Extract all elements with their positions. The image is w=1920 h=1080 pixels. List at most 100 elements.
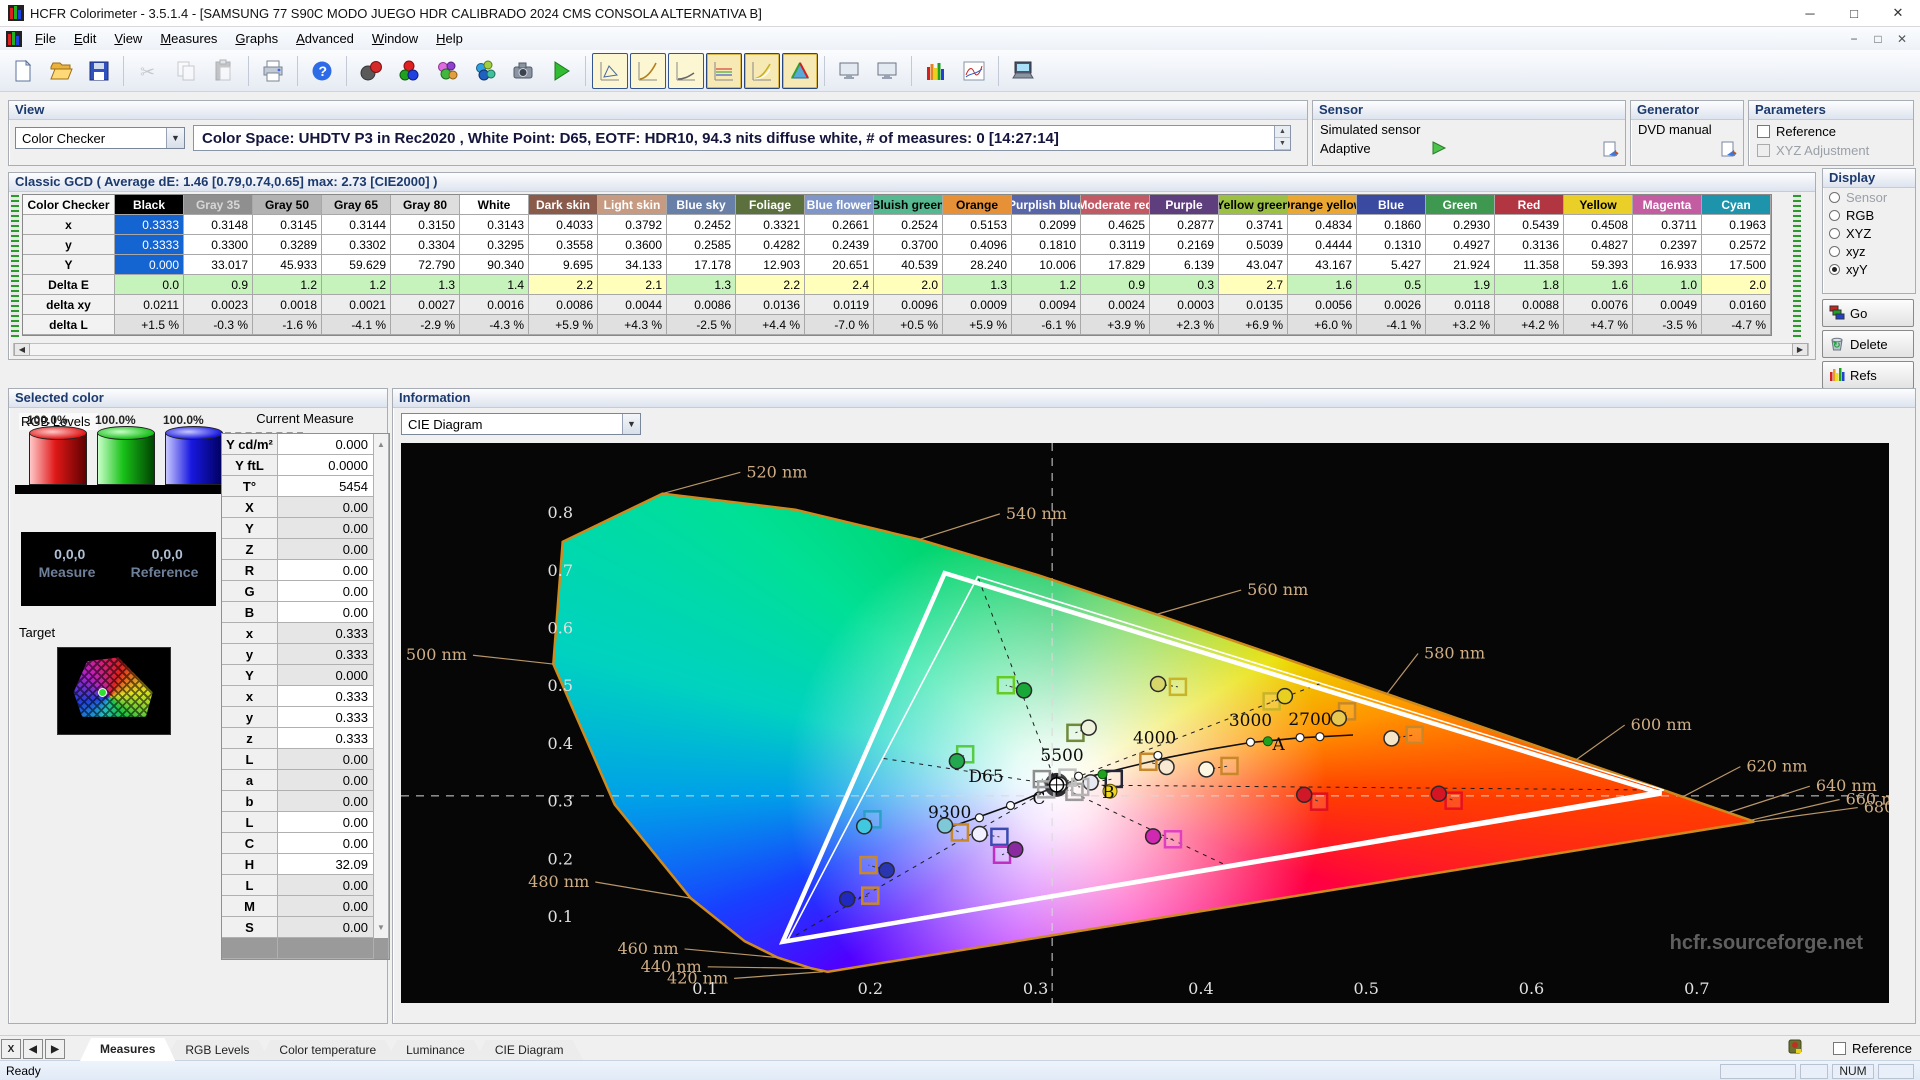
reference-checkbox[interactable]: Reference	[1757, 124, 1836, 139]
scrollbar-track[interactable]	[374, 539, 389, 560]
delta-l-cell[interactable]: -2.9 %	[391, 315, 460, 335]
table-cell[interactable]: 0.2661	[805, 215, 874, 235]
chart-rgb-icon[interactable]	[706, 52, 742, 89]
display-option-xyz[interactable]: xyz	[1823, 242, 1915, 260]
table-cell[interactable]: 17.500	[1702, 255, 1771, 275]
scrollbar-track[interactable]	[374, 896, 389, 917]
delta-xy-cell[interactable]: 0.0026	[1357, 295, 1426, 315]
copy-icon[interactable]	[168, 53, 204, 89]
column-header-dark-skin[interactable]: Dark skin	[529, 195, 598, 215]
delta-e-cell[interactable]: 0.0	[115, 275, 184, 295]
table-cell[interactable]: 59.629	[322, 255, 391, 275]
mdi-restore-button[interactable]: □	[1866, 32, 1890, 46]
table-cell[interactable]: 0.3711	[1633, 215, 1702, 235]
delta-xy-cell[interactable]: 0.0088	[1495, 295, 1564, 315]
checkbox-icon[interactable]	[1833, 1042, 1847, 1055]
delta-xy-cell[interactable]: 0.0049	[1633, 295, 1702, 315]
menu-window[interactable]: Window	[363, 29, 427, 48]
delta-l-cell[interactable]: -1.6 %	[253, 315, 322, 335]
delta-xy-cell[interactable]: 0.0023	[184, 295, 253, 315]
table-cell[interactable]: 33.017	[184, 255, 253, 275]
table-cell[interactable]: 59.393	[1564, 255, 1633, 275]
delta-l-cell[interactable]: +2.3 %	[1150, 315, 1219, 335]
table-cell[interactable]: 0.1963	[1702, 215, 1771, 235]
menu-help[interactable]: Help	[427, 29, 472, 48]
table-cell[interactable]: 0.5439	[1495, 215, 1564, 235]
tab-cie-diagram[interactable]: CIE Diagram	[475, 1040, 584, 1061]
camera-icon[interactable]	[505, 53, 541, 89]
column-header-orange-yellow[interactable]: Orange yellow	[1288, 195, 1357, 215]
scrollbar-track[interactable]	[374, 770, 389, 791]
delta-xy-cell[interactable]: 0.0076	[1564, 295, 1633, 315]
checkbox-icon[interactable]	[1757, 125, 1770, 138]
table-cell[interactable]: 0.5153	[943, 215, 1012, 235]
menu-edit[interactable]: Edit	[65, 29, 105, 48]
display-option-rgb[interactable]: RGB	[1823, 206, 1915, 224]
scrollbar-track[interactable]	[374, 497, 389, 518]
delta-e-cell[interactable]: 2.0	[1702, 275, 1771, 295]
cm-row-value[interactable]: 0.00	[278, 602, 374, 623]
delta-xy-cell[interactable]: 0.0136	[736, 295, 805, 315]
monitor-1-icon[interactable]	[831, 53, 867, 89]
table-cell[interactable]: 0.3304	[391, 235, 460, 255]
tab-luminance[interactable]: Luminance	[386, 1040, 485, 1061]
refs-button[interactable]: Refs	[1822, 361, 1914, 389]
mdi-close-button[interactable]: ✕	[1890, 32, 1914, 46]
cm-row-value[interactable]: 5454	[278, 476, 374, 497]
radio-icon[interactable]	[1829, 245, 1840, 257]
delta-xy-cell[interactable]: 0.0086	[529, 295, 598, 315]
table-cell[interactable]: 20.651	[805, 255, 874, 275]
chart-gamma-icon[interactable]	[630, 52, 666, 89]
table-cell[interactable]: 0.2099	[1012, 215, 1081, 235]
new-icon[interactable]	[5, 53, 41, 89]
delta-xy-cell[interactable]: 0.0021	[322, 295, 391, 315]
cm-row-value[interactable]: 0.00	[278, 833, 374, 854]
tab-color-temperature[interactable]: Color temperature	[259, 1040, 396, 1061]
delta-xy-cell[interactable]: 0.0024	[1081, 295, 1150, 315]
table-cell[interactable]: 0.3136	[1495, 235, 1564, 255]
go-button[interactable]: Go	[1822, 299, 1914, 327]
scrollbar-track[interactable]	[374, 581, 389, 602]
delta-e-cell[interactable]: 0.3	[1150, 275, 1219, 295]
column-header-orange[interactable]: Orange	[943, 195, 1012, 215]
cm-row-value[interactable]: 0.00	[278, 791, 374, 812]
chart-cie-icon[interactable]	[782, 52, 818, 89]
cm-row-value[interactable]: 0.00	[278, 917, 374, 938]
table-cell[interactable]: 40.539	[874, 255, 943, 275]
table-cell[interactable]: 0.2169	[1150, 235, 1219, 255]
chart-gamut-icon[interactable]	[592, 52, 628, 89]
delta-l-cell[interactable]: +4.4 %	[736, 315, 805, 335]
delta-e-cell[interactable]: 1.3	[667, 275, 736, 295]
delta-e-cell[interactable]: 0.9	[184, 275, 253, 295]
paste-icon[interactable]	[206, 53, 242, 89]
scrollbar-track[interactable]	[374, 854, 389, 875]
scroll-right-icon[interactable]: ▶	[1792, 343, 1808, 356]
table-cell[interactable]: 16.933	[1633, 255, 1702, 275]
table-cell[interactable]: 0.3792	[598, 215, 667, 235]
delta-l-cell[interactable]: -4.7 %	[1702, 315, 1771, 335]
table-cell[interactable]: 21.924	[1426, 255, 1495, 275]
display-config-icon[interactable]	[1005, 53, 1041, 89]
column-header-bluish-green[interactable]: Bluish green	[874, 195, 943, 215]
table-cell[interactable]: 0.4282	[736, 235, 805, 255]
delta-e-cell[interactable]: 2.2	[529, 275, 598, 295]
table-cell[interactable]: 6.139	[1150, 255, 1219, 275]
delta-xy-cell[interactable]: 0.0119	[805, 295, 874, 315]
delta-l-cell[interactable]: -7.0 %	[805, 315, 874, 335]
scrollbar-track[interactable]	[374, 665, 389, 686]
delta-l-cell[interactable]: +3.9 %	[1081, 315, 1150, 335]
column-header-blue-flower[interactable]: Blue flower	[805, 195, 874, 215]
delta-l-cell[interactable]: +4.7 %	[1564, 315, 1633, 335]
display-option-xyz[interactable]: XYZ	[1823, 224, 1915, 242]
display-option-xyy[interactable]: xyY	[1823, 260, 1915, 278]
sensor-config-icon[interactable]	[1601, 140, 1619, 161]
delta-xy-cell[interactable]: 0.0003	[1150, 295, 1219, 315]
table-cell[interactable]: 0.2877	[1150, 215, 1219, 235]
scrollbar-track[interactable]	[374, 749, 389, 770]
column-header-gray-80[interactable]: Gray 80	[391, 195, 460, 215]
scrollbar-track[interactable]	[374, 707, 389, 728]
delta-e-cell[interactable]: 2.2	[736, 275, 805, 295]
play-icon[interactable]	[543, 53, 579, 89]
view-mode-dropdown[interactable]: Color Checker ▼	[15, 127, 185, 149]
table-cell[interactable]: 0.5039	[1219, 235, 1288, 255]
